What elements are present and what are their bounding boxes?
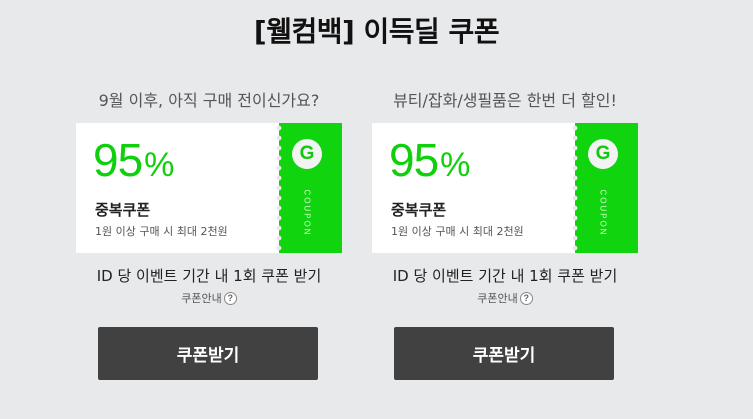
coupon-condition: 1원 이상 구매 시 최대 2천원 [95,225,228,238]
coupon-info-link[interactable]: 쿠폰안내 ? [357,290,653,306]
get-coupon-button[interactable]: 쿠폰받기 [98,327,318,380]
question-icon[interactable]: ? [519,291,533,305]
coupon-subtitle: 뷰티/잡화/생필품은 한번 더 할인! [393,91,617,110]
coupon-subtitle: 9월 이후, 아직 구매 전이신가요? [98,91,320,110]
discount-value: 95 [93,134,143,186]
coupon-type: 중복쿠폰 [391,201,447,219]
discount-percent: 95% [389,133,470,187]
coupon-card: 95% 중복쿠폰 1원 이상 구매 시 최대 2천원 G COUPON [76,123,342,253]
coupon-stub-label: COUPON [302,189,312,237]
percent-symbol: % [440,146,470,184]
coupon-stub: G COUPON [575,123,638,253]
coupon-limit-text: ID 당 이벤트 기간 내 1회 쿠폰 받기 [392,267,618,285]
coupon-info-label[interactable]: 쿠폰안내 [181,290,221,306]
get-coupon-button[interactable]: 쿠폰받기 [394,327,614,380]
coupon-condition: 1원 이상 구매 시 최대 2천원 [391,225,524,238]
coupon-info-label[interactable]: 쿠폰안내 [477,290,517,306]
coupon-body: 95% 중복쿠폰 1원 이상 구매 시 최대 2천원 [76,123,283,253]
perforation-edge [571,123,579,253]
coupon-limit-text: ID 당 이벤트 기간 내 1회 쿠폰 받기 [96,267,322,285]
coupon-type: 중복쿠폰 [95,201,151,219]
page-title: [웰컴백] 이득딜 쿠폰 [253,15,500,48]
perforation-edge [275,123,283,253]
coupon-stub: G COUPON [279,123,342,253]
question-icon[interactable]: ? [223,291,237,305]
coupon-stub-label: COUPON [598,189,608,237]
coupon-card: 95% 중복쿠폰 1원 이상 구매 시 최대 2천원 G COUPON [372,123,638,253]
discount-percent: 95% [93,133,174,187]
coupon-info-link[interactable]: 쿠폰안내 ? [61,290,357,306]
gmarket-logo-icon: G [588,139,618,169]
percent-symbol: % [144,146,174,184]
coupon-body: 95% 중복쿠폰 1원 이상 구매 시 최대 2천원 [372,123,579,253]
gmarket-logo-icon: G [292,139,322,169]
discount-value: 95 [389,134,439,186]
